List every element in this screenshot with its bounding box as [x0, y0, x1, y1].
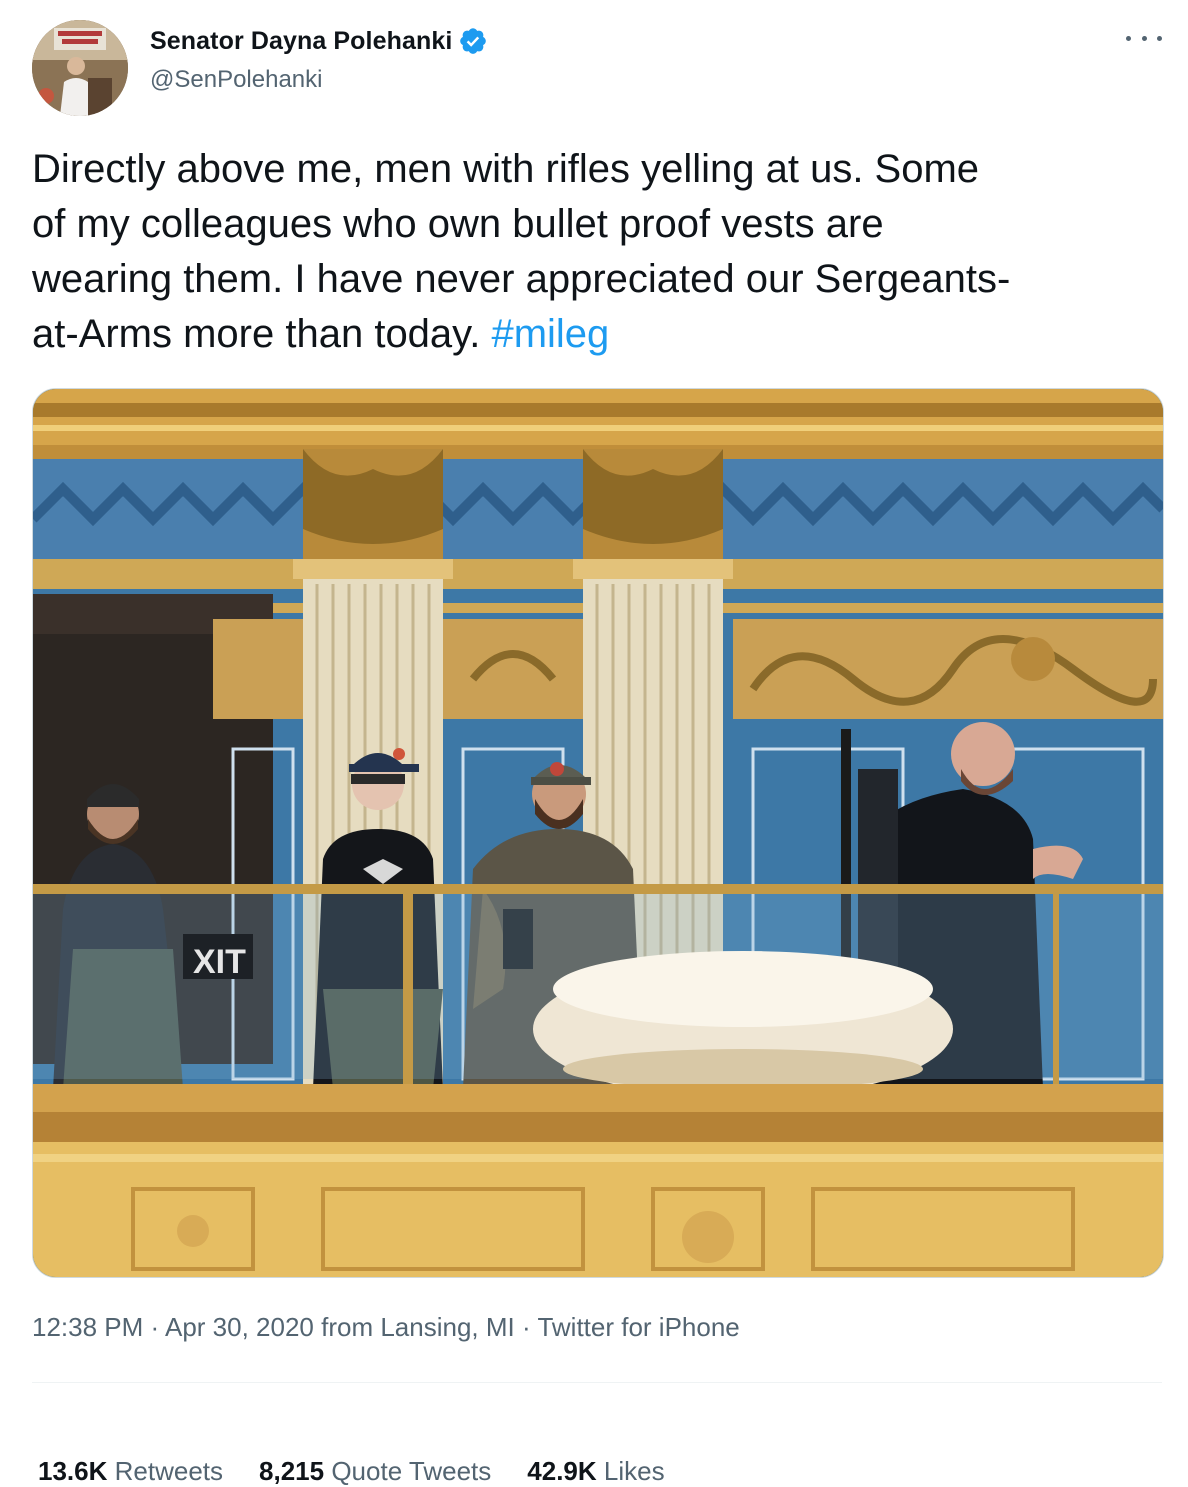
- author-names: Senator Dayna Polehanki @SenPolehanki: [150, 24, 488, 94]
- retweets-label: Retweets: [114, 1456, 224, 1486]
- divider: [32, 1382, 1162, 1383]
- more-options-icon[interactable]: [1126, 28, 1162, 48]
- meta-separator: ·: [522, 1312, 531, 1342]
- likes-count: 42.9K: [527, 1456, 597, 1486]
- exit-sign-text: XIT: [193, 943, 246, 981]
- tweet-date[interactable]: Apr 30, 2020: [165, 1312, 314, 1342]
- tweet-detail: Senator Dayna Polehanki @SenPolehanki Di…: [0, 0, 1188, 1486]
- tweet-text-line: wearing them. I have never appreciated o…: [32, 257, 1011, 301]
- tweet-photo[interactable]: XIT: [32, 388, 1164, 1278]
- retweets-stat[interactable]: 13.6K Retweets: [38, 1456, 223, 1487]
- author-avatar[interactable]: [32, 20, 128, 116]
- avatar-image: [32, 20, 128, 116]
- tweet-meta: 12:38 PM · Apr 30, 2020 from Lansing, MI…: [32, 1312, 740, 1343]
- retweets-count: 13.6K: [38, 1456, 108, 1486]
- quote-tweets-count: 8,215: [259, 1456, 325, 1486]
- more-dot: [1157, 35, 1162, 41]
- engagement-stats: 13.6K Retweets 8,215 Quote Tweets 42.9K …: [38, 1456, 701, 1487]
- quote-tweets-label: Quote Tweets: [331, 1456, 492, 1486]
- author-handle[interactable]: @SenPolehanki: [150, 66, 488, 94]
- tweet-header: Senator Dayna Polehanki @SenPolehanki: [32, 20, 1162, 116]
- likes-label: Likes: [603, 1456, 665, 1486]
- meta-separator: ·: [150, 1312, 160, 1342]
- tweet-text-line: Directly above me, men with rifles yelli…: [32, 147, 980, 191]
- tweet-time[interactable]: 12:38 PM: [32, 1312, 143, 1342]
- tweet-text-line-last: at-Arms more than today. #mileg: [32, 307, 1156, 362]
- more-dot: [1141, 35, 1147, 41]
- likes-stat[interactable]: 42.9K Likes: [527, 1456, 664, 1487]
- tweet-text-line: at-Arms more than today.: [32, 312, 481, 356]
- tweet-text: Directly above me, men with rifles yelli…: [32, 142, 1156, 362]
- more-dot: [1126, 35, 1131, 41]
- display-name-row: Senator Dayna Polehanki: [150, 24, 488, 58]
- quote-tweets-stat[interactable]: 8,215 Quote Tweets: [259, 1456, 491, 1487]
- tweet-location[interactable]: from Lansing, MI: [321, 1312, 515, 1342]
- tweet-text-line: of my colleagues who own bullet proof ve…: [32, 202, 884, 246]
- author-display-name[interactable]: Senator Dayna Polehanki: [150, 27, 452, 56]
- hashtag-link[interactable]: #mileg: [491, 312, 609, 356]
- verified-badge-icon: [458, 26, 488, 56]
- photo-image: XIT: [33, 389, 1163, 1277]
- tweet-source[interactable]: Twitter for iPhone: [537, 1312, 739, 1342]
